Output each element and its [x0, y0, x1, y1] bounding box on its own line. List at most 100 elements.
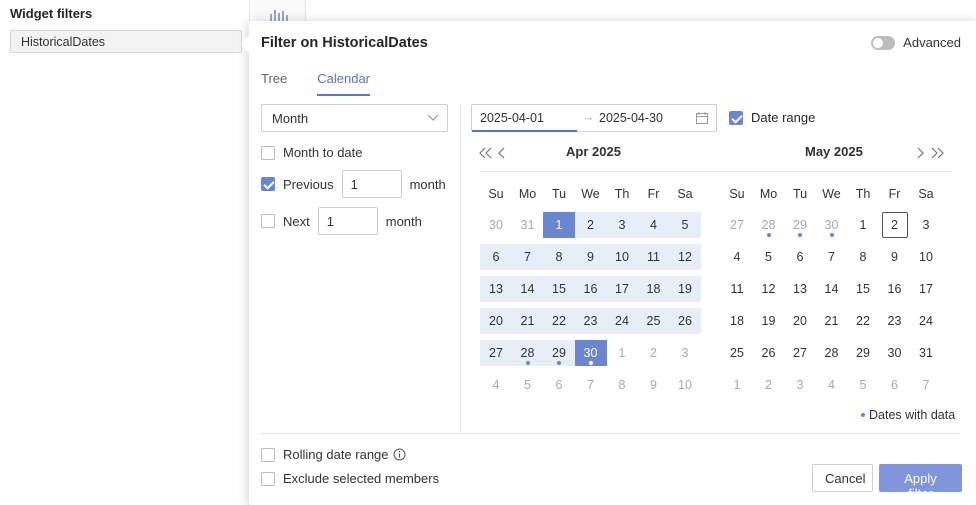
calendar-day[interactable]: 23	[879, 308, 911, 334]
calendar-day[interactable]: 30	[480, 212, 512, 238]
calendar-day[interactable]: 12	[753, 276, 785, 302]
calendar-day[interactable]: 31	[910, 340, 942, 366]
calendar-day[interactable]: 3	[606, 212, 638, 238]
calendar-day[interactable]: 29	[784, 212, 816, 238]
granularity-select[interactable]: Month	[261, 104, 448, 132]
month-to-date-option[interactable]: Month to date	[261, 145, 363, 160]
next-month-icon[interactable]	[917, 147, 925, 159]
calendar-day[interactable]: 3	[784, 372, 816, 398]
calendar-day[interactable]: 24	[606, 308, 638, 334]
tab-calendar[interactable]: Calendar	[317, 71, 371, 96]
calendar-day[interactable]: 5	[512, 372, 544, 398]
calendar-day[interactable]: 8	[606, 372, 638, 398]
exclude-members-option[interactable]: Exclude selected members	[261, 471, 439, 486]
calendar-day[interactable]: 2	[638, 340, 670, 366]
calendar-day[interactable]: 8	[847, 244, 879, 270]
calendar-day[interactable]: 7	[910, 372, 942, 398]
advanced-toggle-group[interactable]: Advanced	[871, 35, 961, 50]
calendar-day[interactable]: 20	[480, 308, 512, 334]
filter-chip-historicaldates[interactable]: HistoricalDates	[10, 30, 242, 53]
calendar-day[interactable]: 19	[753, 308, 785, 334]
calendar-day[interactable]: 4	[816, 372, 848, 398]
calendar-day[interactable]: 28	[753, 212, 785, 238]
calendar-day[interactable]: 7	[816, 244, 848, 270]
calendar-day[interactable]: 22	[543, 308, 575, 334]
calendar-day[interactable]: 5	[847, 372, 879, 398]
previous-checkbox[interactable]	[261, 177, 275, 191]
prev-month-icon[interactable]	[498, 147, 506, 159]
calendar-day[interactable]: 10	[910, 244, 942, 270]
calendar-day[interactable]: 26	[753, 340, 785, 366]
calendar-day[interactable]: 30	[816, 212, 848, 238]
calendar-day[interactable]: 27	[784, 340, 816, 366]
calendar-day[interactable]: 12	[669, 244, 701, 270]
calendar-day[interactable]: 1	[721, 372, 753, 398]
calendar-day[interactable]: 3	[910, 212, 942, 238]
calendar-day[interactable]: 8	[543, 244, 575, 270]
calendar-day[interactable]: 7	[575, 372, 607, 398]
calendar-day[interactable]: 26	[669, 308, 701, 334]
apply-filter-button[interactable]: Apply filter	[879, 464, 962, 501]
calendar-day[interactable]: 28	[816, 340, 848, 366]
calendar-day[interactable]: 1	[606, 340, 638, 366]
date-range-checkbox[interactable]	[729, 110, 743, 125]
calendar-day[interactable]: 1	[543, 212, 575, 238]
next-checkbox[interactable]	[261, 214, 275, 228]
calendar-day[interactable]: 29	[543, 340, 575, 366]
calendar-day[interactable]: 15	[543, 276, 575, 302]
calendar-day[interactable]: 9	[638, 372, 670, 398]
calendar-day[interactable]: 30	[879, 340, 911, 366]
calendar-icon[interactable]	[696, 112, 708, 124]
calendar-day[interactable]: 13	[784, 276, 816, 302]
calendar-day[interactable]: 4	[637, 212, 670, 238]
tab-tree[interactable]: Tree	[261, 71, 287, 96]
calendar-day[interactable]: 6	[784, 244, 816, 270]
previous-count-input[interactable]: 1	[341, 170, 402, 198]
previous-option[interactable]: Previous 1 month	[261, 170, 446, 198]
calendar-day[interactable]: 4	[721, 244, 753, 270]
calendar-day[interactable]: 4	[480, 372, 512, 398]
calendar-day[interactable]: 21	[816, 308, 848, 334]
calendar-day[interactable]: 2	[574, 212, 607, 238]
bar-chart-icon[interactable]	[268, 8, 292, 22]
cancel-button[interactable]: Cancel	[812, 464, 873, 492]
calendar-day[interactable]: 6	[543, 372, 575, 398]
calendar-day[interactable]: 5	[669, 212, 701, 238]
calendar-day[interactable]: 31	[512, 212, 544, 238]
calendar-day[interactable]: 15	[847, 276, 879, 302]
prev-year-icon[interactable]	[479, 147, 493, 159]
calendar-day[interactable]: 14	[511, 276, 544, 302]
info-icon[interactable]	[393, 448, 406, 461]
calendar-day[interactable]: 9	[879, 244, 911, 270]
calendar-day[interactable]: 29	[847, 340, 879, 366]
exclude-members-checkbox[interactable]	[261, 471, 275, 486]
calendar-day[interactable]: 17	[606, 276, 638, 302]
calendar-day[interactable]: 18	[721, 308, 753, 334]
calendar-day[interactable]: 5	[753, 244, 785, 270]
date-range-input[interactable]: 2025-04-01 → 2025-04-30	[471, 104, 717, 132]
calendar-day[interactable]: 9	[574, 244, 607, 270]
calendar-day[interactable]: 10	[606, 244, 638, 270]
calendar-day[interactable]: 21	[511, 308, 544, 334]
calendar-day[interactable]: 2	[753, 372, 785, 398]
calendar-day[interactable]: 19	[669, 276, 701, 302]
calendar-day[interactable]: 6	[480, 244, 512, 270]
calendar-day[interactable]: 16	[574, 276, 607, 302]
range-from-value[interactable]: 2025-04-01	[480, 111, 544, 125]
calendar-day[interactable]: 10	[669, 372, 701, 398]
advanced-toggle[interactable]	[871, 35, 896, 50]
calendar-day[interactable]: 6	[879, 372, 911, 398]
calendar-day[interactable]: 28	[511, 340, 544, 366]
next-count-input[interactable]: 1	[317, 207, 378, 235]
date-range-option[interactable]: Date range	[729, 110, 815, 125]
calendar-day[interactable]: 24	[910, 308, 942, 334]
calendar-day[interactable]: 11	[637, 244, 670, 270]
calendar-day[interactable]: 18	[637, 276, 670, 302]
calendar-day[interactable]: 14	[816, 276, 848, 302]
calendar-day[interactable]: 27	[721, 212, 753, 238]
calendar-day[interactable]: 11	[721, 276, 753, 302]
calendar-day[interactable]: 23	[574, 308, 607, 334]
next-option[interactable]: Next 1 month	[261, 207, 422, 235]
calendar-day[interactable]: 22	[847, 308, 879, 334]
calendar-day[interactable]: 25	[721, 340, 753, 366]
